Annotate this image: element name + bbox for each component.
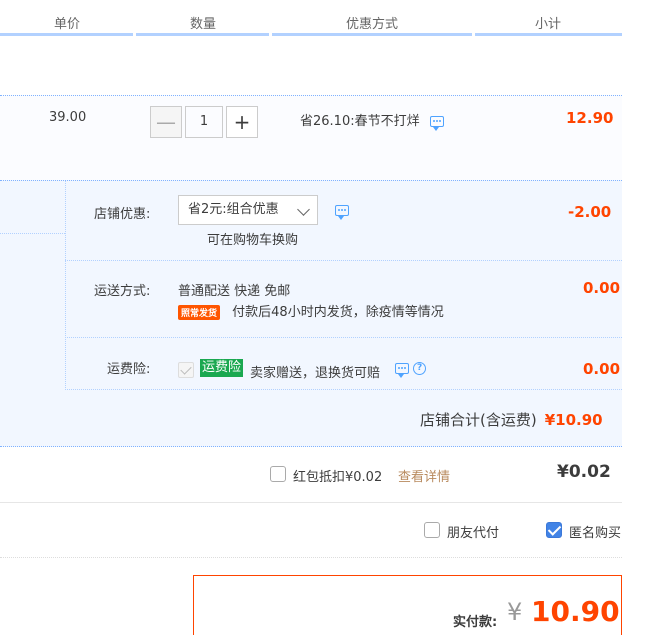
quantity-input[interactable]: 1 bbox=[185, 106, 223, 138]
insurance-label: 运费险: bbox=[107, 362, 151, 377]
divider bbox=[0, 233, 65, 234]
item-subtotal: 12.90 bbox=[566, 109, 614, 127]
divider bbox=[65, 389, 622, 390]
item-promo-text: 省26.10:春节不打烊 bbox=[300, 114, 420, 129]
header-quantity: 数量 bbox=[190, 17, 217, 32]
shop-discount-select[interactable]: 省2元:组合优惠 bbox=[178, 195, 318, 225]
table-header: 单价 数量 优惠方式 小计 bbox=[0, 0, 622, 36]
cart-item-row: 39.00 — 1 + 省26.10:春节不打烊 12.90 bbox=[0, 95, 622, 180]
message-icon[interactable] bbox=[395, 363, 409, 378]
item-promo: 省26.10:春节不打烊 bbox=[300, 110, 444, 131]
quantity-stepper: — 1 + bbox=[150, 106, 258, 138]
help-icon[interactable]: ? bbox=[413, 362, 427, 375]
shipping-info: 照常发货 付款后48小时内发货，除疫情等情况 bbox=[178, 301, 444, 320]
header-unit-price: 单价 bbox=[54, 17, 81, 32]
chevron-down-icon bbox=[297, 203, 310, 216]
red-packet-checkbox[interactable] bbox=[270, 466, 286, 482]
currency-symbol: ¥ bbox=[507, 598, 523, 626]
header-subtotal: 小计 bbox=[535, 17, 562, 32]
header-discount-method: 优惠方式 bbox=[346, 17, 399, 32]
increase-button[interactable]: + bbox=[226, 106, 258, 138]
insurance-amount: 0.00 bbox=[583, 360, 621, 378]
anonymous-label: 匿名购买 bbox=[569, 526, 622, 541]
insurance-note: 卖家赠送，退换货可赔 bbox=[250, 366, 381, 381]
view-details-link[interactable]: 查看详情 bbox=[398, 466, 450, 485]
item-unit-price: 39.00 bbox=[49, 110, 87, 125]
shop-discount-label: 店铺优惠: bbox=[94, 207, 151, 222]
insurance-checkbox bbox=[178, 362, 194, 378]
divider bbox=[65, 337, 622, 338]
actual-payment-box: 实付款: ¥ 10.90 bbox=[193, 575, 622, 635]
divider bbox=[65, 260, 622, 261]
header-divider bbox=[272, 33, 472, 36]
shop-discount-amount: -2.00 bbox=[568, 203, 612, 221]
shop-total-amount: ¥10.90 bbox=[544, 411, 603, 429]
shipping-note: 付款后48小时内发货，除疫情等情况 bbox=[232, 305, 444, 320]
header-divider bbox=[136, 33, 269, 36]
order-confirm-page: 单价 数量 优惠方式 小计 39.00 — 1 + 省26.10:春节不打烊 1… bbox=[0, 0, 661, 635]
shop-total: 店铺合计(含运费) ¥10.90 bbox=[420, 409, 603, 430]
shop-total-label: 店铺合计(含运费) bbox=[420, 411, 537, 429]
header-divider bbox=[0, 33, 133, 36]
message-icon[interactable] bbox=[335, 205, 349, 220]
shipping-method: 普通配送 快递 免邮 bbox=[178, 284, 291, 299]
insurance-icons: ? bbox=[395, 361, 427, 378]
actual-payment-label: 实付款: bbox=[453, 615, 498, 630]
message-icon[interactable] bbox=[429, 116, 444, 131]
red-packet-amount: ¥0.02 bbox=[557, 462, 611, 482]
shop-discount-value: 省2元:组合优惠 bbox=[188, 202, 279, 217]
shipping-amount: 0.00 bbox=[583, 279, 621, 297]
red-packet-row: 红包抵扣¥0.02 查看详情 ¥0.02 bbox=[0, 447, 622, 503]
actual-payment-amount: 10.90 bbox=[531, 595, 620, 628]
shipping-badge: 照常发货 bbox=[178, 305, 221, 320]
friend-pay-checkbox[interactable] bbox=[424, 522, 440, 538]
anonymous-checkbox[interactable] bbox=[546, 522, 562, 538]
red-packet-label: 红包抵扣¥0.02 bbox=[293, 470, 383, 485]
friend-pay-label: 朋友代付 bbox=[447, 526, 500, 541]
decrease-button[interactable]: — bbox=[150, 106, 182, 138]
shop-discount-note: 可在购物车换购 bbox=[207, 233, 299, 248]
shipping-label: 运送方式: bbox=[94, 284, 151, 299]
payment-options-row: 朋友代付 匿名购买 bbox=[0, 503, 622, 558]
insurance-badge: 运费险 bbox=[200, 359, 244, 377]
header-divider bbox=[475, 33, 622, 36]
